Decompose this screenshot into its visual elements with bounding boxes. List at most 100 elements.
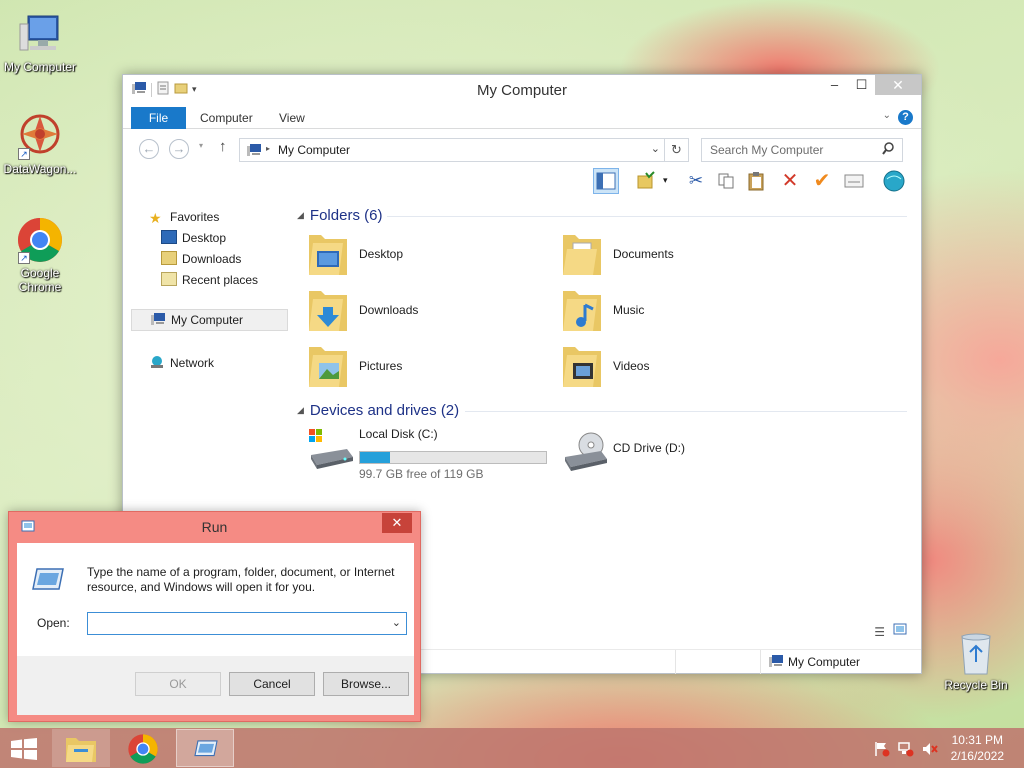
- drive-free-space: 99.7 GB free of 119 GB: [359, 467, 484, 481]
- search-icon[interactable]: [882, 142, 894, 159]
- drive-c[interactable]: Local Disk (C:) 99.7 GB free of 119 GB: [307, 427, 567, 481]
- drive-d[interactable]: CD Drive (D:): [561, 427, 801, 477]
- drive-usage-fill: [360, 452, 390, 463]
- clock-date: 2/16/2022: [950, 749, 1004, 763]
- copy-icon[interactable]: [713, 168, 739, 194]
- collapse-triangle-icon[interactable]: ◢: [297, 405, 304, 415]
- expand-ribbon-icon[interactable]: ⌄: [883, 110, 891, 121]
- nav-label: Downloads: [182, 252, 242, 266]
- minimize-button[interactable]: –: [821, 75, 848, 95]
- tab-file[interactable]: File: [131, 107, 186, 129]
- clock-time: 10:31 PM: [951, 733, 1003, 747]
- folder-label: Pictures: [359, 359, 403, 373]
- folder-videos[interactable]: Videos: [561, 343, 801, 393]
- nav-desktop[interactable]: Desktop: [161, 228, 226, 248]
- browse-button[interactable]: Browse...: [323, 672, 409, 696]
- network-status-icon[interactable]: [898, 741, 914, 760]
- nav-downloads[interactable]: Downloads: [161, 249, 241, 269]
- drive-usage-bar: [359, 451, 547, 464]
- folder-label: Music: [613, 303, 645, 317]
- nav-network[interactable]: Network: [149, 353, 214, 373]
- videos-folder-icon: [561, 343, 603, 389]
- search-input[interactable]: Search My Computer: [710, 143, 823, 157]
- open-combobox[interactable]: ⌄: [87, 612, 407, 635]
- run-description: Type the name of a program, folder, docu…: [87, 565, 395, 594]
- ok-button[interactable]: OK: [135, 672, 221, 696]
- folder-pictures[interactable]: Pictures: [307, 343, 547, 393]
- run-close-button[interactable]: ✕: [382, 513, 412, 533]
- chrome-icon: ↗: [16, 216, 64, 264]
- folder-label: Downloads: [359, 303, 419, 317]
- chevron-right-icon[interactable]: ▸: [266, 144, 270, 153]
- refresh-icon[interactable]: ↻: [664, 139, 688, 161]
- search-box[interactable]: Search My Computer: [701, 138, 903, 162]
- chevron-down-icon[interactable]: ⌄: [651, 142, 660, 155]
- datawagon-icon: ↗: [16, 112, 64, 160]
- nav-label: Desktop: [182, 231, 227, 245]
- organize-icon[interactable]: [633, 168, 659, 194]
- rename-icon[interactable]: ✔: [809, 168, 835, 194]
- forward-button[interactable]: →: [169, 139, 189, 159]
- folder-documents[interactable]: Documents: [561, 231, 801, 281]
- desktop-icon-label: My Computer: [3, 60, 77, 74]
- folder-downloads[interactable]: Downloads: [307, 287, 547, 337]
- chevron-down-icon[interactable]: ⌄: [392, 616, 401, 629]
- desktop-icon-my-computer[interactable]: My Computer: [0, 10, 80, 74]
- desktop-icon-recycle-bin[interactable]: Recycle Bin: [936, 632, 1016, 692]
- collapse-triangle-icon[interactable]: ◢: [297, 210, 304, 220]
- group-title: Folders (6): [309, 207, 383, 224]
- help-icon[interactable]: ?: [898, 110, 913, 125]
- desktop-icon-datawagon[interactable]: ↗ DataWagon...: [0, 112, 80, 176]
- ribbon-tabs: File Computer View ⌄ ?: [123, 105, 921, 129]
- start-button[interactable]: [10, 738, 38, 763]
- address-row: ← → ▾ ↑ ▸ My Computer ⌄ ↻ Search My Comp…: [123, 129, 921, 165]
- run-icon: [191, 738, 221, 763]
- cut-icon[interactable]: ✂: [683, 168, 709, 194]
- status-location-text: My Computer: [788, 655, 861, 669]
- maximize-button[interactable]: ☐: [848, 75, 875, 95]
- cancel-button[interactable]: Cancel: [229, 672, 315, 696]
- details-view-icon[interactable]: ☰: [874, 625, 885, 639]
- devices-group-header[interactable]: ◢ Devices and drives (2): [297, 402, 459, 419]
- action-center-flag-icon[interactable]: [874, 741, 890, 760]
- music-folder-icon: [561, 287, 603, 333]
- system-clock[interactable]: 10:31 PM 2/16/2022: [951, 732, 1004, 764]
- nav-my-computer[interactable]: My Computer: [131, 309, 288, 331]
- delete-icon[interactable]: ✕: [777, 168, 803, 194]
- folder-desktop[interactable]: Desktop: [307, 231, 547, 281]
- nav-favorites[interactable]: ★ Favorites: [149, 207, 219, 227]
- folder-label: Documents: [613, 247, 674, 261]
- preview-pane-icon[interactable]: [593, 168, 619, 194]
- group-divider: [465, 411, 907, 412]
- address-bar[interactable]: ▸ My Computer ⌄ ↻: [239, 138, 689, 162]
- paste-icon[interactable]: [743, 168, 769, 194]
- folders-group-header[interactable]: ◢ Folders (6): [297, 207, 382, 224]
- chevron-down-icon[interactable]: ▾: [663, 175, 668, 186]
- volume-muted-icon[interactable]: [922, 741, 938, 760]
- network-icon: [149, 355, 165, 369]
- close-button[interactable]: ✕: [875, 75, 921, 95]
- large-icons-view-icon[interactable]: [893, 623, 907, 638]
- nav-label: Favorites: [170, 210, 220, 224]
- back-button[interactable]: ←: [139, 139, 159, 159]
- network-globe-icon[interactable]: [881, 168, 907, 194]
- taskbar-file-explorer[interactable]: [52, 729, 110, 767]
- run-dialog[interactable]: Run ✕ Type the name of a program, folder…: [8, 511, 421, 722]
- folder-music[interactable]: Music: [561, 287, 801, 337]
- tab-computer[interactable]: Computer: [200, 107, 253, 129]
- star-icon: ★: [149, 210, 162, 226]
- nav-recent-places[interactable]: Recent places: [161, 270, 258, 290]
- tab-view[interactable]: View: [279, 107, 305, 129]
- email-icon[interactable]: [841, 168, 867, 194]
- taskbar-chrome[interactable]: [114, 729, 172, 767]
- pictures-folder-icon: [307, 343, 349, 389]
- recent-locations-icon[interactable]: ▾: [199, 141, 203, 150]
- up-button[interactable]: ↑: [219, 138, 227, 155]
- shortcut-arrow-icon: ↗: [18, 148, 30, 160]
- taskbar-run[interactable]: [176, 729, 234, 767]
- desktop-icon-label: Recycle Bin: [944, 678, 1008, 692]
- explorer-titlebar[interactable]: ▾ My Computer – ☐ ✕: [123, 75, 921, 105]
- folder-label: Videos: [613, 359, 650, 373]
- desktop-icon-chrome[interactable]: ↗ Google Chrome: [0, 216, 80, 294]
- command-toolbar: ▾ ✂ ✕ ✔: [123, 165, 921, 197]
